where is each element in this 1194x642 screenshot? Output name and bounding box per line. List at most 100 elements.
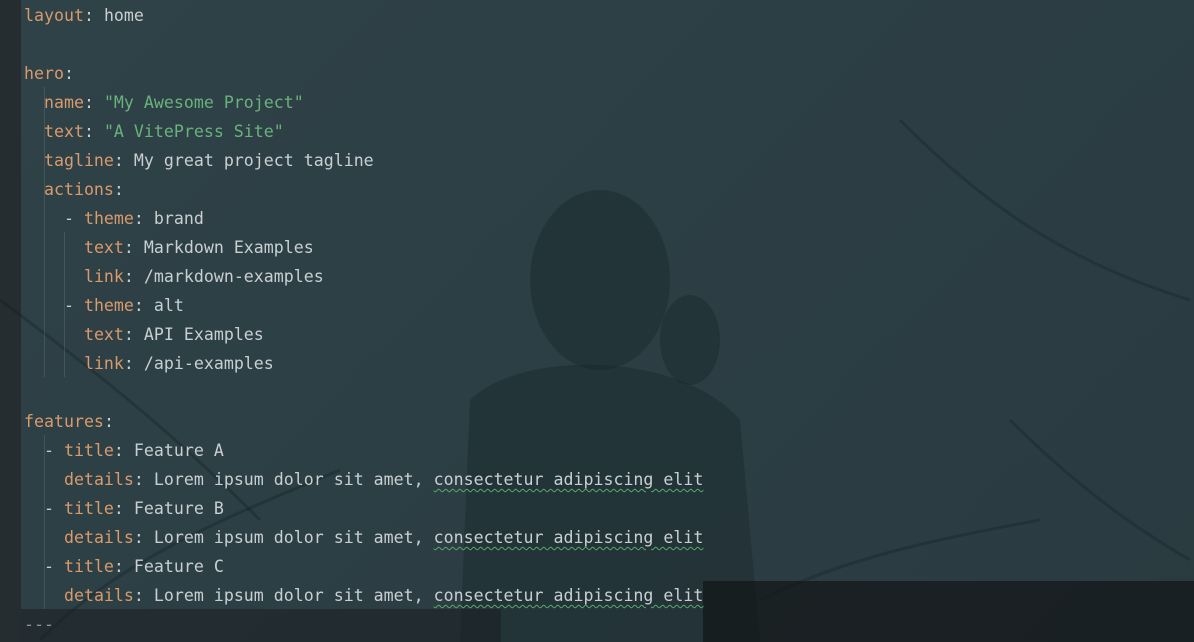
yaml-colon: : xyxy=(133,528,154,547)
yaml-key: actions xyxy=(43,180,114,199)
list-dash: - xyxy=(63,296,84,315)
yaml-key: layout xyxy=(24,6,84,25)
yaml-value: /markdown-examples xyxy=(143,267,324,286)
code-line[interactable]: details: Lorem ipsum dolor sit amet, con… xyxy=(24,523,703,552)
code-line[interactable]: - theme: alt xyxy=(24,291,703,320)
code-line[interactable]: hero: xyxy=(24,59,703,88)
yaml-value: Lorem ipsum dolor sit amet, xyxy=(153,528,434,547)
yaml-value: Feature C xyxy=(133,557,224,576)
yaml-key: link xyxy=(83,354,124,373)
yaml-colon: : xyxy=(113,180,124,199)
yaml-key: details xyxy=(63,470,134,489)
yaml-colon: : xyxy=(133,209,154,228)
code-content[interactable]: layout: home hero: name: "My Awesome Pro… xyxy=(24,1,703,639)
yaml-colon: : xyxy=(123,354,144,373)
code-line[interactable] xyxy=(24,378,703,407)
yaml-key: theme xyxy=(83,209,134,228)
code-line[interactable]: features: xyxy=(24,407,703,436)
yaml-colon: : xyxy=(113,557,134,576)
code-line[interactable]: link: /api-examples xyxy=(24,349,703,378)
yaml-string-value: "My Awesome Project" xyxy=(103,93,304,112)
yaml-colon: : xyxy=(83,93,104,112)
code-line[interactable]: details: Lorem ipsum dolor sit amet, con… xyxy=(24,465,703,494)
yaml-value: Feature A xyxy=(133,441,224,460)
spellcheck-flagged-text: consectetur adipiscing elit xyxy=(433,470,704,489)
editor-gutter xyxy=(0,0,21,642)
code-line[interactable] xyxy=(24,30,703,59)
yaml-colon: : xyxy=(113,441,134,460)
code-line[interactable]: - title: Feature B xyxy=(24,494,703,523)
spellcheck-flagged-text: consectetur adipiscing elit xyxy=(433,528,704,547)
yaml-key: text xyxy=(83,238,124,257)
yaml-colon: : xyxy=(113,499,134,518)
yaml-value: /api-examples xyxy=(143,354,274,373)
yaml-colon: : xyxy=(113,151,134,170)
list-dash: - xyxy=(43,441,64,460)
yaml-key: details xyxy=(63,528,134,547)
yaml-value: Markdown Examples xyxy=(143,238,314,257)
yaml-value: My great project tagline xyxy=(133,151,374,170)
list-dash: - xyxy=(43,499,64,518)
yaml-key: text xyxy=(43,122,84,141)
yaml-key: features xyxy=(24,412,104,431)
yaml-colon: : xyxy=(133,470,154,489)
yaml-colon: : xyxy=(83,6,104,25)
yaml-key: title xyxy=(63,557,114,576)
yaml-key: title xyxy=(63,441,114,460)
code-line[interactable]: text: API Examples xyxy=(24,320,703,349)
yaml-key: details xyxy=(63,586,134,605)
code-line[interactable]: link: /markdown-examples xyxy=(24,262,703,291)
frontmatter-separator: --- xyxy=(24,615,54,634)
yaml-colon: : xyxy=(83,122,104,141)
yaml-colon: : xyxy=(123,267,144,286)
yaml-value: Lorem ipsum dolor sit amet, xyxy=(153,586,434,605)
yaml-key: hero xyxy=(24,64,64,83)
code-line[interactable]: --- xyxy=(24,610,703,639)
yaml-colon: : xyxy=(123,238,144,257)
yaml-key: title xyxy=(63,499,114,518)
yaml-key: text xyxy=(83,325,124,344)
yaml-value: Feature B xyxy=(133,499,224,518)
yaml-value: Lorem ipsum dolor sit amet, xyxy=(153,470,434,489)
code-editor[interactable]: layout: home hero: name: "My Awesome Pro… xyxy=(0,0,1194,642)
code-line[interactable]: details: Lorem ipsum dolor sit amet, con… xyxy=(24,581,703,610)
code-line[interactable]: - title: Feature A xyxy=(24,436,703,465)
yaml-colon: : xyxy=(63,64,74,83)
yaml-key: link xyxy=(83,267,124,286)
code-line[interactable]: name: "My Awesome Project" xyxy=(24,88,703,117)
code-line[interactable]: tagline: My great project tagline xyxy=(24,146,703,175)
spellcheck-flagged-text: consectetur adipiscing elit xyxy=(433,586,704,605)
yaml-colon: : xyxy=(133,586,154,605)
code-line[interactable]: text: Markdown Examples xyxy=(24,233,703,262)
yaml-colon: : xyxy=(123,325,144,344)
code-line[interactable]: - theme: brand xyxy=(24,204,703,233)
yaml-value: brand xyxy=(153,209,204,228)
code-line[interactable]: actions: xyxy=(24,175,703,204)
list-dash: - xyxy=(63,209,84,228)
yaml-value: home xyxy=(103,6,144,25)
yaml-key: theme xyxy=(83,296,134,315)
code-line[interactable]: text: "A VitePress Site" xyxy=(24,117,703,146)
yaml-value: alt xyxy=(153,296,184,315)
code-line[interactable]: - title: Feature C xyxy=(24,552,703,581)
code-line[interactable]: layout: home xyxy=(24,1,703,30)
yaml-value: API Examples xyxy=(143,325,264,344)
bottom-shade xyxy=(703,581,1194,642)
yaml-colon: : xyxy=(133,296,154,315)
list-dash: - xyxy=(43,557,64,576)
yaml-string-value: "A VitePress Site" xyxy=(103,122,284,141)
